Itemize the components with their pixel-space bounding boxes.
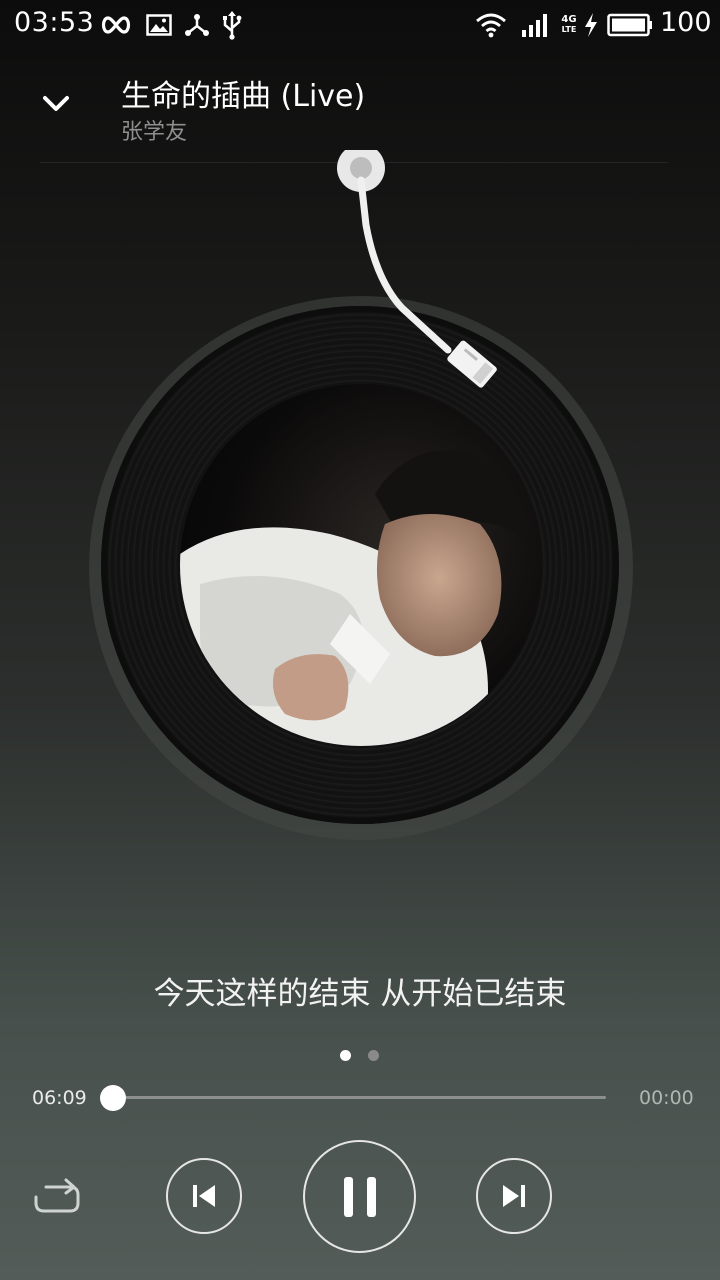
- network-lte-label: LTE: [561, 25, 577, 34]
- pause-button[interactable]: [303, 1140, 416, 1253]
- image-icon: [144, 8, 174, 42]
- battery-icon: [606, 8, 654, 42]
- progress-track[interactable]: [112, 1096, 606, 1099]
- chevron-down-icon: [43, 96, 69, 111]
- status-time: 03:53: [14, 7, 95, 38]
- current-lyric: 今天这样的结束 从开始已结束: [153, 976, 567, 1012]
- network-type-label: 4G: [561, 14, 577, 25]
- previous-icon: [193, 1185, 215, 1207]
- status-bar: 03:53 4G LTE 100: [0, 0, 720, 50]
- song-title: 生命的插曲 (Live): [121, 79, 366, 114]
- page-indicator-dot[interactable]: [368, 1050, 379, 1061]
- signal-icon: [520, 8, 552, 42]
- next-icon: [503, 1185, 525, 1207]
- tonearm: [337, 150, 497, 388]
- infinity-icon: [98, 8, 134, 42]
- page-indicator-dot-active[interactable]: [340, 1050, 351, 1061]
- wifi-icon: [474, 8, 508, 42]
- repeat-icon: [34, 1178, 80, 1213]
- progress-thumb[interactable]: [100, 1085, 126, 1111]
- network-4g-lte-icon: 4G LTE: [558, 8, 580, 42]
- previous-button[interactable]: [166, 1158, 242, 1234]
- next-button[interactable]: [476, 1158, 552, 1234]
- album-art: [180, 384, 542, 746]
- artist-name: 张学友: [121, 120, 188, 145]
- repeat-button[interactable]: [28, 1168, 86, 1226]
- share-icon: [183, 8, 211, 42]
- battery-level: 100: [660, 7, 712, 38]
- collapse-button[interactable]: [30, 82, 82, 126]
- pause-icon: [343, 1176, 376, 1217]
- elapsed-time: 06:09: [32, 1087, 87, 1109]
- charging-icon: [582, 8, 600, 42]
- usb-icon: [219, 8, 245, 42]
- total-time: 00:00: [639, 1087, 694, 1109]
